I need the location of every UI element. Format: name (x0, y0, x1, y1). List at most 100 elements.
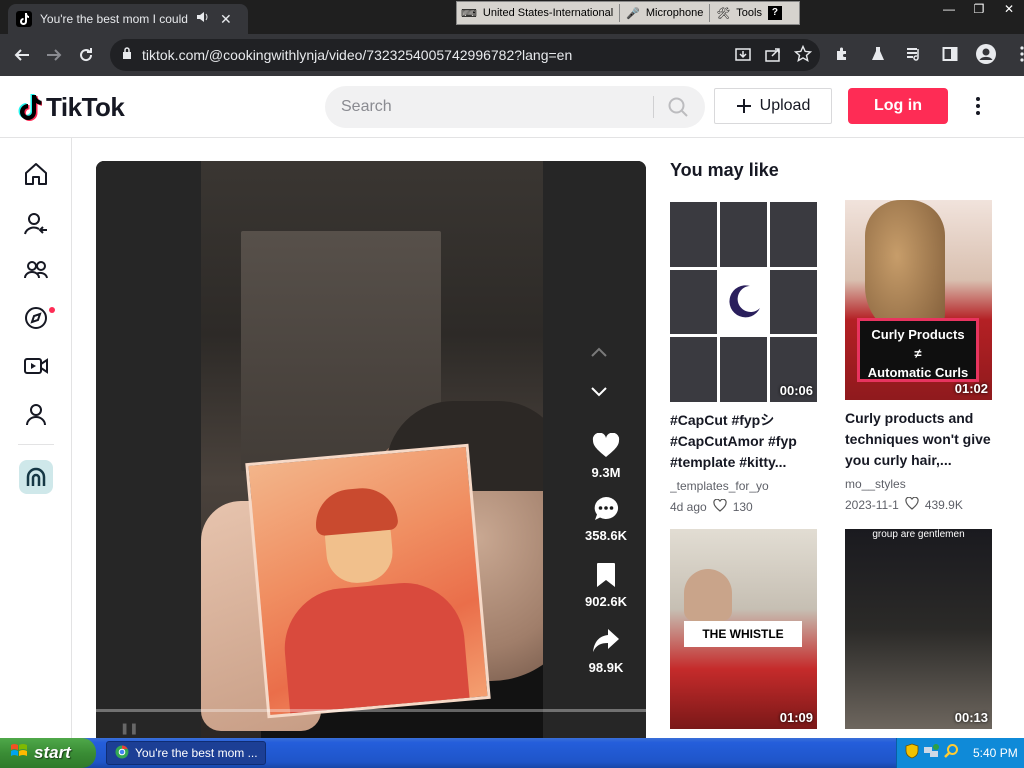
login-label: Log in (874, 97, 922, 114)
like-count: 9.3M (591, 465, 621, 480)
url-text: tiktok.com/@cookingwithlynja/video/73232… (142, 47, 573, 63)
side-navigation (0, 138, 72, 738)
tools-label[interactable]: Tools (736, 7, 762, 19)
back-icon[interactable] (6, 39, 38, 71)
language-bar: ⌨ United States-International 🎤 Micropho… (456, 1, 800, 25)
tiktok-header: TikTok Upload Log in (0, 76, 1024, 138)
video-duration: 01:02 (954, 381, 988, 396)
extensions-icon[interactable] (828, 38, 856, 70)
help-icon[interactable]: ? (767, 6, 782, 20)
search-icon[interactable] (667, 96, 689, 123)
taskbar: start You're the best mom ... 5:40 PM (0, 738, 1024, 768)
window-close-icon[interactable]: ✕ (994, 0, 1024, 20)
microphone-label[interactable]: Microphone (646, 7, 703, 19)
install-icon[interactable] (734, 45, 752, 68)
start-label: start (34, 743, 71, 762)
home-icon[interactable] (20, 158, 52, 190)
bookmark-star-icon[interactable] (793, 44, 813, 68)
upload-button[interactable]: Upload (714, 88, 832, 124)
video-author[interactable]: mo__styles (845, 477, 992, 491)
recommended-video-card[interactable]: THE WHISTLE 01:09 (670, 529, 817, 729)
start-button[interactable]: start (0, 738, 96, 768)
recommended-video-card[interactable]: 00:06 #CapCut #fypシ #CapCutAmor #fyp #te… (670, 202, 817, 515)
video-description[interactable]: #CapCut #fypシ #CapCutAmor #fyp #template… (670, 410, 817, 473)
video-thumbnail[interactable]: group are gentlemen 00:13 (845, 529, 992, 729)
taskbar-window-title: You're the best mom ... (135, 746, 258, 760)
side-panel-icon[interactable] (936, 38, 964, 70)
play-icon[interactable]: ❚❚ (120, 723, 138, 735)
profile-icon[interactable] (20, 398, 52, 430)
next-video-icon[interactable] (586, 379, 612, 405)
more-options-icon[interactable] (966, 94, 990, 118)
forward-icon[interactable] (38, 39, 70, 71)
keyboard-icon: ⌨ (461, 7, 477, 20)
language-label[interactable]: United States-International (483, 7, 613, 19)
search-input[interactable] (341, 98, 641, 116)
thumbnail-caption: Curly Products ≠ Automatic Curls (857, 318, 979, 382)
taskbar-window-item[interactable]: You're the best mom ... (106, 741, 266, 765)
progress-bar[interactable] (96, 709, 646, 712)
thumbnail-caption: group are gentlemen (872, 529, 965, 540)
reload-icon[interactable] (70, 39, 102, 71)
system-tray: 5:40 PM (896, 738, 1024, 768)
windows-logo-icon (10, 742, 28, 765)
network-icon[interactable] (923, 743, 939, 764)
clock[interactable]: 5:40 PM (973, 746, 1018, 760)
following-icon[interactable] (20, 208, 52, 240)
minimize-icon[interactable]: — (934, 0, 964, 20)
save-action[interactable]: 902.6K (566, 560, 646, 609)
like-action[interactable]: 9.3M (566, 431, 646, 480)
video-duration: 00:13 (954, 710, 988, 725)
address-bar[interactable]: tiktok.com/@cookingwithlynja/video/73232… (110, 39, 820, 71)
video-player[interactable]: 9.3M 358.6K 902.6K 98.9K ❚❚ (96, 161, 646, 741)
share-arrow-icon (566, 626, 646, 656)
recommended-video-card[interactable]: Curly Products ≠ Automatic Curls 01:02 C… (845, 200, 992, 513)
chrome-icon (115, 745, 129, 762)
plus-icon (736, 99, 751, 113)
video-thumbnail[interactable]: Curly Products ≠ Automatic Curls 01:02 (845, 200, 992, 400)
tiktok-note-icon (18, 93, 42, 121)
profile-avatar-icon[interactable] (972, 38, 1000, 70)
lock-icon (122, 46, 132, 64)
previous-video-icon[interactable] (586, 339, 612, 365)
video-thumbnail[interactable]: THE WHISTLE 01:09 (670, 529, 817, 729)
tiktok-logo[interactable]: TikTok (16, 92, 125, 123)
video-duration: 01:09 (779, 710, 813, 725)
video-date: 4d ago (670, 500, 707, 514)
tab-close-icon[interactable]: ✕ (220, 11, 232, 28)
video-thumbnail[interactable]: 00:06 (670, 202, 817, 402)
comment-action[interactable]: 358.6K (566, 494, 646, 543)
creator-tools-icon[interactable] (19, 460, 53, 494)
speaker-icon[interactable] (196, 10, 210, 28)
share-count: 98.9K (588, 660, 624, 675)
moon-icon (720, 269, 767, 335)
login-button[interactable]: Log in (848, 88, 948, 124)
video-date: 2023-11-1 (845, 498, 899, 512)
thumbnail-caption: THE WHISTLE (684, 621, 802, 647)
live-icon[interactable] (20, 350, 52, 382)
video-author[interactable]: _templates_for_yo (670, 479, 817, 493)
browser-tab[interactable]: You're the best mom I could ha ✕ (8, 4, 248, 34)
browser-menu-icon[interactable] (1008, 38, 1024, 70)
heart-icon (566, 431, 646, 461)
shield-icon[interactable] (905, 743, 919, 764)
search-tray-icon[interactable] (943, 743, 959, 764)
video-description[interactable]: Curly products and techniques won't give… (845, 408, 992, 471)
share-icon[interactable] (764, 45, 782, 68)
comment-count: 358.6K (585, 528, 627, 543)
window-controls: — ❐ ✕ (934, 0, 1024, 20)
video-duration: 00:06 (779, 383, 813, 398)
notification-dot (49, 307, 55, 313)
microphone-icon: 🎤 (626, 7, 640, 20)
recommended-video-card[interactable]: group are gentlemen 00:13 (845, 529, 992, 729)
explore-icon[interactable] (20, 302, 52, 334)
browser-titlebar: You're the best mom I could ha ✕ ⌨ Unite… (0, 0, 1024, 34)
friends-icon[interactable] (20, 254, 52, 286)
browser-toolbar: tiktok.com/@cookingwithlynja/video/73232… (0, 34, 1024, 76)
screen: You're the best mom I could ha ✕ ⌨ Unite… (0, 0, 1024, 768)
share-action[interactable]: 98.9K (566, 626, 646, 675)
media-queue-icon[interactable] (900, 38, 928, 70)
search-box (325, 86, 705, 128)
restore-icon[interactable]: ❐ (964, 0, 994, 20)
flask-icon[interactable] (864, 38, 892, 70)
